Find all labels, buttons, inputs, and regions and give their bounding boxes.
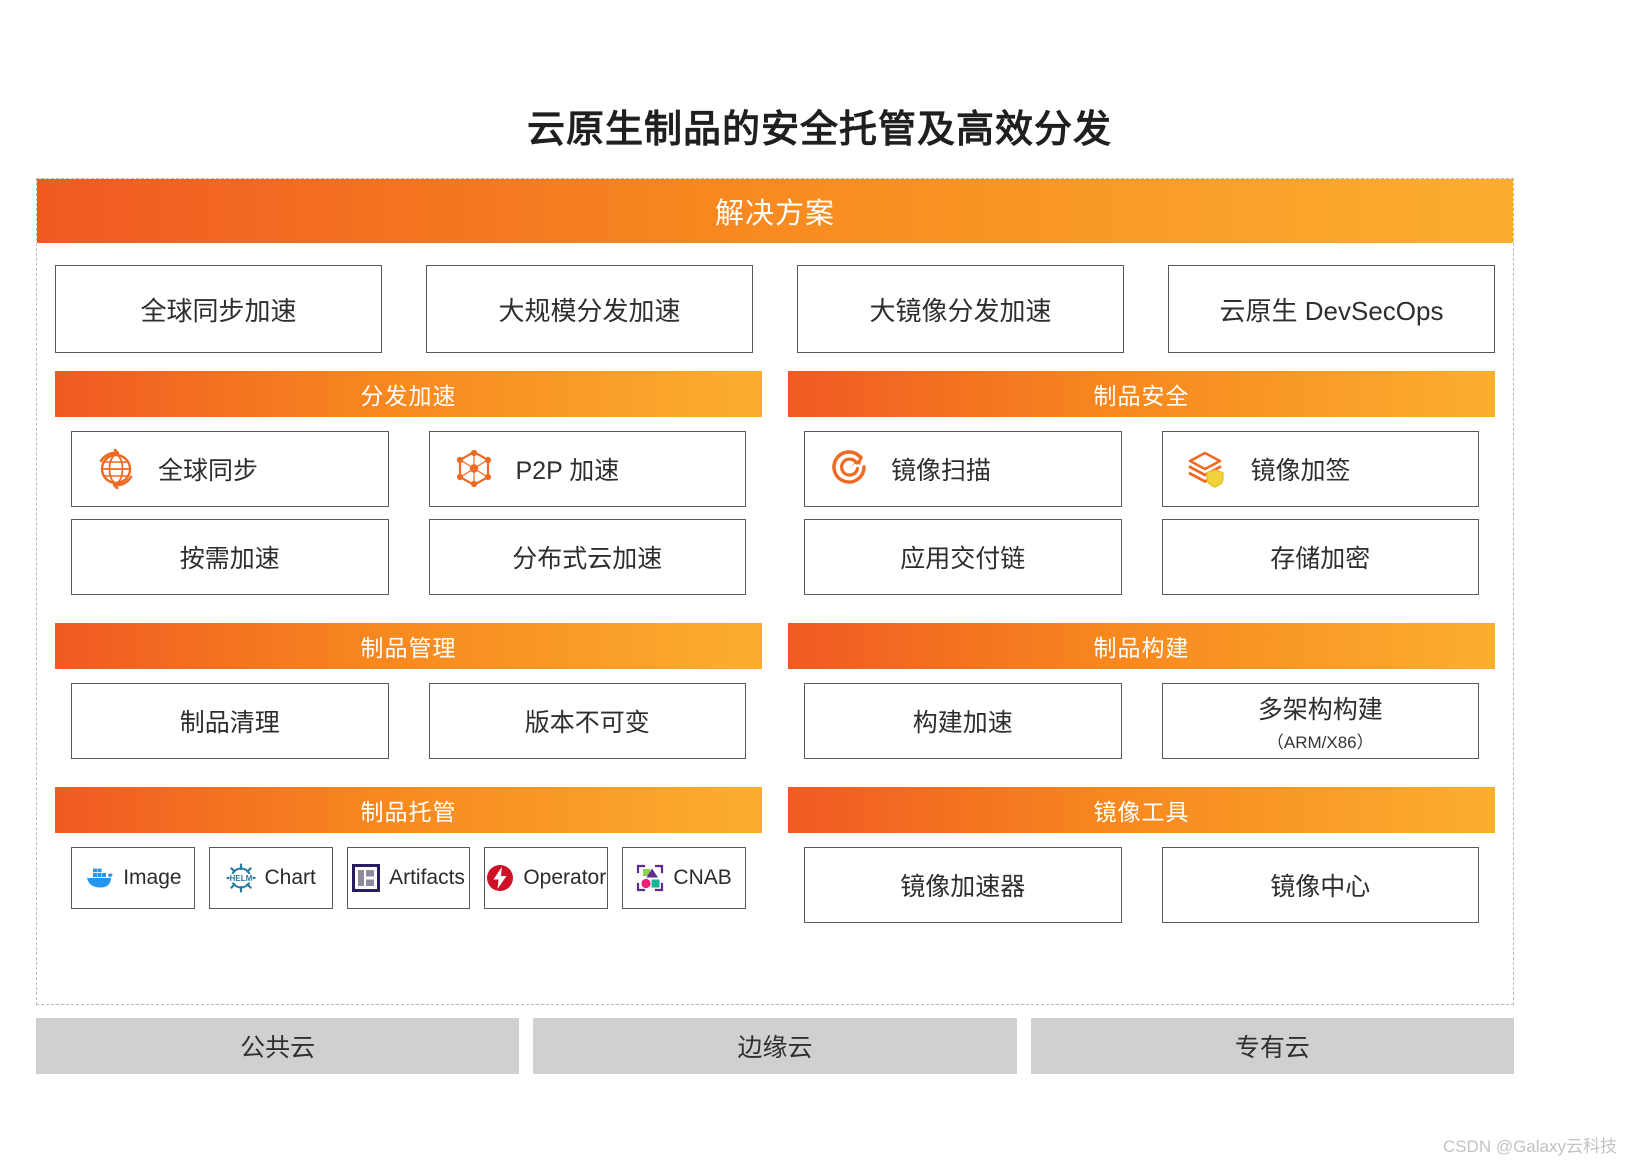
feature-label: 镜像扫描 xyxy=(891,457,992,485)
hosting-item-chart[interactable]: HELM Chart xyxy=(208,847,333,909)
feature-label: 应用交付链 xyxy=(900,545,1026,573)
feature-label: 全球同步 xyxy=(158,457,259,485)
architecture-panel: 解决方案 全球同步加速 大规模分发加速 大镜像分发加速 云原生 DevSecOp… xyxy=(36,178,1514,1005)
hosting-logo-row: Image HELM Chart Artifacts Operator CNAB xyxy=(71,847,746,909)
tools-row: 镜像加速器 镜像中心 xyxy=(804,847,1479,923)
section-body-management: 制品清理 版本不可变 xyxy=(55,669,762,775)
build-row: 构建加速 多架构构建 （ARM/X86） xyxy=(804,683,1479,759)
feature-immutable-version[interactable]: 版本不可变 xyxy=(428,683,746,759)
hosting-label: CNAB xyxy=(673,866,732,889)
section-distribution: 分发加速 全球同步 P2P 加速 按需加速 分布式云加速 xyxy=(55,371,762,611)
cloud-infrastructure-row: 公共云 边缘云 专有云 xyxy=(36,1018,1514,1074)
feature-label: 制品清理 xyxy=(179,709,280,737)
feature-p2p[interactable]: P2P 加速 xyxy=(428,431,746,507)
section-artifact-management: 制品管理 制品清理 版本不可变 xyxy=(55,623,762,775)
management-row: 制品清理 版本不可变 xyxy=(71,683,746,759)
section-header-distribution: 分发加速 xyxy=(55,371,762,417)
feature-label: 存储加密 xyxy=(1270,545,1371,573)
globe-sync-icon xyxy=(94,447,138,491)
docker-icon xyxy=(84,865,114,891)
operator-icon xyxy=(486,864,514,892)
section-artifact-hosting: 制品托管 Image HELM Chart Artifacts Operator… xyxy=(55,787,762,925)
solution-chip-large-scale[interactable]: 大规模分发加速 xyxy=(426,265,753,353)
feature-image-signing[interactable]: 镜像加签 xyxy=(1161,431,1479,507)
section-header-security: 制品安全 xyxy=(788,371,1495,417)
solution-chip-large-image[interactable]: 大镜像分发加速 xyxy=(797,265,1124,353)
columns-container: 分发加速 全球同步 P2P 加速 按需加速 分布式云加速 制品管理 制品清理 版… xyxy=(37,371,1513,951)
feature-label: 构建加速 xyxy=(912,709,1013,737)
cloud-private[interactable]: 专有云 xyxy=(1030,1018,1514,1074)
feature-distributed-cloud[interactable]: 分布式云加速 xyxy=(428,519,746,595)
feature-sub-note: （ARM/X86） xyxy=(1266,732,1374,752)
feature-label: 分布式云加速 xyxy=(512,545,663,573)
hosting-item-artifacts[interactable]: Artifacts xyxy=(346,847,471,909)
cloud-label: 公共云 xyxy=(240,1034,316,1062)
solution-chip-devsecops[interactable]: 云原生 DevSecOps xyxy=(1168,265,1495,353)
security-row-1: 镜像扫描 镜像加签 xyxy=(804,431,1479,507)
helm-icon: HELM xyxy=(225,863,256,893)
section-body-build: 构建加速 多架构构建 （ARM/X86） xyxy=(788,669,1495,775)
chip-label: 全球同步加速 xyxy=(140,295,297,326)
feature-image-accelerator[interactable]: 镜像加速器 xyxy=(804,847,1122,923)
section-body-distribution: 全球同步 P2P 加速 按需加速 分布式云加速 xyxy=(55,417,762,611)
hosting-label: Chart xyxy=(264,866,316,889)
feature-delivery-chain[interactable]: 应用交付链 xyxy=(804,519,1122,595)
section-image-tools: 镜像工具 镜像加速器 镜像中心 xyxy=(788,787,1495,939)
chip-label: 大镜像分发加速 xyxy=(869,295,1052,326)
layers-shield-icon xyxy=(1185,447,1231,491)
cnab-icon xyxy=(636,864,664,892)
feature-label: 版本不可变 xyxy=(524,709,650,737)
solution-chip-global-sync[interactable]: 全球同步加速 xyxy=(55,265,382,353)
hosting-label: Artifacts xyxy=(389,866,465,889)
diagram-page: 云原生制品的安全托管及高效分发 解决方案 全球同步加速 大规模分发加速 大镜像分… xyxy=(0,0,1639,1169)
chip-label: 云原生 DevSecOps xyxy=(1219,295,1444,326)
cloud-edge[interactable]: 边缘云 xyxy=(533,1018,1017,1074)
left-column: 分发加速 全球同步 P2P 加速 按需加速 分布式云加速 制品管理 制品清理 版… xyxy=(55,371,762,939)
section-body-tools: 镜像加速器 镜像中心 xyxy=(788,833,1495,939)
artifacts-icon xyxy=(352,864,381,892)
feature-label: P2P 加速 xyxy=(515,457,620,485)
section-header-tools: 镜像工具 xyxy=(788,787,1495,833)
feature-label: 镜像加速器 xyxy=(900,873,1026,901)
cloud-label: 专有云 xyxy=(1234,1034,1310,1062)
section-body-security: 镜像扫描 镜像加签 应用交付链 存储加密 xyxy=(788,417,1495,611)
section-header-build: 制品构建 xyxy=(788,623,1495,669)
chip-label: 大规模分发加速 xyxy=(498,295,681,326)
cloud-label: 边缘云 xyxy=(737,1034,813,1062)
distribution-row-1: 全球同步 P2P 加速 xyxy=(71,431,746,507)
feature-label: 镜像中心 xyxy=(1270,873,1371,901)
p2p-network-icon xyxy=(452,447,496,491)
feature-image-scan[interactable]: 镜像扫描 xyxy=(804,431,1122,507)
solution-header: 解决方案 xyxy=(37,179,1513,243)
svg-text:HELM: HELM xyxy=(229,874,252,883)
distribution-row-2: 按需加速 分布式云加速 xyxy=(71,519,746,595)
section-body-hosting: Image HELM Chart Artifacts Operator CNAB xyxy=(55,833,762,925)
feature-image-center[interactable]: 镜像中心 xyxy=(1161,847,1479,923)
watermark: CSDN @Galaxy云科技 xyxy=(1442,1137,1617,1156)
feature-label: 镜像加签 xyxy=(1250,457,1351,485)
right-column: 制品安全 镜像扫描 镜像加签 应用交付链 存储加密 制品构建 构建加速 多架构构… xyxy=(788,371,1495,939)
feature-artifact-cleanup[interactable]: 制品清理 xyxy=(71,683,389,759)
section-artifact-build: 制品构建 构建加速 多架构构建 （ARM/X86） xyxy=(788,623,1495,775)
feature-global-sync[interactable]: 全球同步 xyxy=(71,431,389,507)
hosting-item-image[interactable]: Image xyxy=(71,847,195,909)
hosting-item-cnab[interactable]: CNAB xyxy=(622,847,746,909)
feature-build-acceleration[interactable]: 构建加速 xyxy=(804,683,1122,759)
hosting-label: Image xyxy=(123,866,182,889)
section-header-hosting: 制品托管 xyxy=(55,787,762,833)
hosting-item-operator[interactable]: Operator xyxy=(484,847,609,909)
feature-on-demand[interactable]: 按需加速 xyxy=(71,519,389,595)
solution-row: 全球同步加速 大规模分发加速 大镜像分发加速 云原生 DevSecOps xyxy=(37,243,1513,371)
cloud-public[interactable]: 公共云 xyxy=(36,1018,520,1074)
section-header-management: 制品管理 xyxy=(55,623,762,669)
hosting-label: Operator xyxy=(523,866,607,889)
security-row-2: 应用交付链 存储加密 xyxy=(804,519,1479,595)
scan-target-icon xyxy=(827,447,871,491)
feature-label: 多架构构建 xyxy=(1257,695,1383,724)
feature-multi-arch-build[interactable]: 多架构构建 （ARM/X86） xyxy=(1161,683,1479,759)
page-title: 云原生制品的安全托管及高效分发 xyxy=(526,109,1112,151)
feature-storage-encryption[interactable]: 存储加密 xyxy=(1161,519,1479,595)
section-artifact-security: 制品安全 镜像扫描 镜像加签 应用交付链 存储加密 xyxy=(788,371,1495,611)
feature-label: 按需加速 xyxy=(179,545,280,573)
